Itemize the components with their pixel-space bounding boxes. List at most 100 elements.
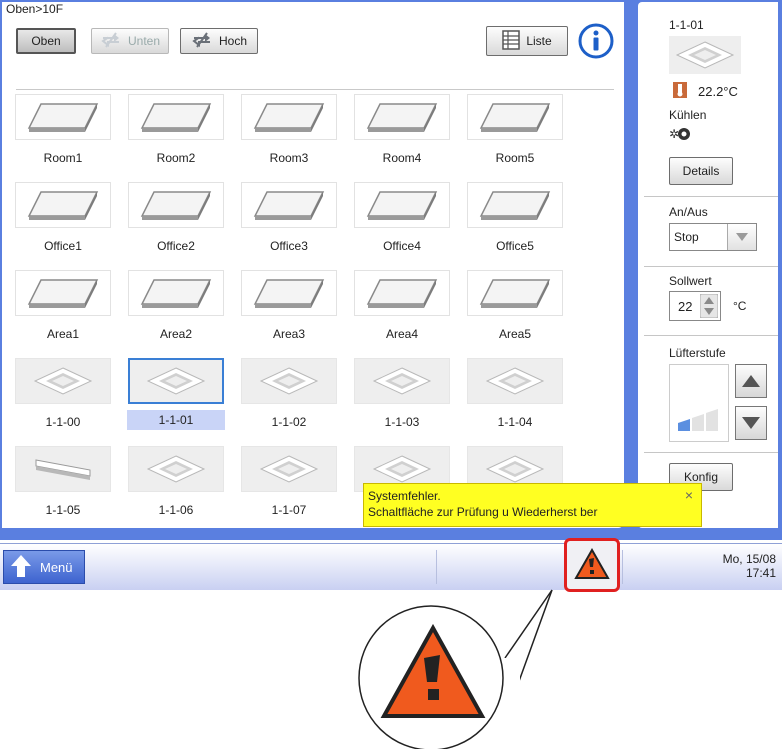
unit-name: 1-1-01: [669, 18, 704, 32]
stepper-arrows-icon[interactable]: [699, 293, 719, 319]
tooltip-title: Systemfehler.: [368, 489, 441, 503]
group-tile[interactable]: Area4: [353, 270, 451, 346]
cassette-unit-icon: [241, 446, 337, 492]
setpoint-stepper[interactable]: 22: [669, 291, 721, 321]
group-tile[interactable]: Office2: [127, 182, 225, 258]
liste-button[interactable]: Liste: [486, 26, 568, 56]
datetime: Mo, 15/08 17:41: [723, 552, 776, 580]
close-icon[interactable]: ×: [685, 487, 693, 503]
divider: [644, 335, 778, 336]
group-icon: [241, 94, 337, 140]
cassette-unit-icon: [128, 358, 224, 404]
warning-icon: [380, 623, 486, 723]
group-tile[interactable]: Room2: [127, 94, 225, 170]
group-icon: [15, 270, 111, 316]
setpoint-unit: °C: [733, 299, 747, 313]
time: 17:41: [745, 566, 776, 580]
group-tile[interactable]: Office5: [466, 182, 564, 258]
breadcrumb: Oben>10F: [6, 2, 64, 16]
details-button[interactable]: Details: [669, 157, 733, 185]
tile-label: Office3: [270, 239, 308, 253]
mode-label: Kühlen: [669, 108, 707, 122]
group-icon: [467, 270, 563, 316]
thermometer-icon: [672, 81, 688, 102]
unten-button[interactable]: Unten: [91, 28, 169, 54]
system-alert-button[interactable]: [564, 538, 620, 592]
group-icon: [128, 270, 224, 316]
ceiling-unit-icon: [15, 446, 111, 492]
tile-label: Room1: [43, 151, 83, 165]
menu-button[interactable]: Menü: [3, 550, 85, 584]
konfig-label: Konfig: [683, 470, 719, 484]
tooltip-message: Schaltfläche zur Prüfung u Wiederherst b…: [368, 505, 598, 519]
unit-tile[interactable]: 1-1-06: [127, 446, 225, 522]
details-label: Details: [682, 164, 720, 178]
oben-button[interactable]: Oben: [16, 28, 76, 54]
fan-label: Lüfterstufe: [669, 346, 726, 360]
unit-tile[interactable]: 1-1-00: [14, 358, 112, 434]
group-tile[interactable]: Office3: [240, 182, 338, 258]
unit-tile[interactable]: 1-1-04: [466, 358, 564, 434]
system-error-tooltip[interactable]: Systemfehler. Schaltfläche zur Prüfung u…: [363, 483, 702, 527]
liste-label: Liste: [526, 34, 552, 48]
onoff-label: An/Aus: [669, 205, 708, 219]
tile-label: 1-1-02: [271, 415, 307, 429]
taskbar: Menü Mo, 15/08 17:41: [0, 543, 782, 590]
tile-label: Area1: [46, 327, 80, 341]
tile-label: 1-1-00: [45, 415, 81, 429]
chevron-down-icon[interactable]: [727, 224, 756, 250]
tile-label: Office1: [44, 239, 82, 253]
tile-label: 1-1-06: [158, 503, 194, 517]
unten-label: Unten: [127, 34, 161, 48]
group-tile[interactable]: Area1: [14, 270, 112, 346]
group-tile[interactable]: Office4: [353, 182, 451, 258]
group-tile[interactable]: Area5: [466, 270, 564, 346]
divider: [644, 196, 778, 197]
arrows-icon: [191, 31, 213, 52]
unit-tile[interactable]: 1-1-03: [353, 358, 451, 434]
group-icon: [354, 182, 450, 228]
unit-tile[interactable]: 1-1-02: [240, 358, 338, 434]
group-icon: [15, 94, 111, 140]
group-icon: [354, 94, 450, 140]
tile-label: 1-1-01: [127, 410, 225, 430]
fan-up-button[interactable]: [735, 364, 767, 398]
unit-tile[interactable]: 1-1-07: [240, 446, 338, 522]
fan-level-indicator: [669, 364, 729, 442]
group-tile[interactable]: Room1: [14, 94, 112, 170]
group-tile[interactable]: Room4: [353, 94, 451, 170]
group-icon: [241, 182, 337, 228]
hoch-label: Hoch: [218, 34, 247, 48]
unit-tile[interactable]: 1-1-05: [14, 446, 112, 522]
cassette-unit-icon: [15, 358, 111, 404]
hoch-button[interactable]: Hoch: [180, 28, 258, 54]
onoff-select[interactable]: Stop: [669, 223, 757, 251]
cassette-unit-icon: [241, 358, 337, 404]
info-icon[interactable]: [578, 23, 614, 59]
unit-tile[interactable]: 1-1-01: [127, 358, 225, 434]
group-tile[interactable]: Area2: [127, 270, 225, 346]
tile-label: Office2: [157, 239, 195, 253]
group-icon: [467, 94, 563, 140]
group-tile[interactable]: Room5: [466, 94, 564, 170]
fan-down-button[interactable]: [735, 406, 767, 440]
toolbar: Oben Unten Hoch Liste: [16, 20, 614, 80]
date: Mo, 15/08: [722, 552, 776, 566]
divider: [644, 266, 778, 267]
group-tile[interactable]: Room3: [240, 94, 338, 170]
tile-label: Room2: [156, 151, 196, 165]
tile-label: 1-1-03: [384, 415, 420, 429]
oben-label: Oben: [31, 34, 61, 48]
group-tile[interactable]: Office1: [14, 182, 112, 258]
group-icon: [354, 270, 450, 316]
group-tile[interactable]: Area3: [240, 270, 338, 346]
divider: [644, 452, 778, 453]
tile-label: Office4: [383, 239, 421, 253]
tile-label: Room5: [495, 151, 535, 165]
detail-panel: 1-1-01 22.2°C Kühlen ✲ Details An/Aus St…: [638, 2, 778, 528]
cassette-unit-icon: [669, 36, 741, 74]
setpoint-label: Sollwert: [669, 274, 712, 288]
cassette-unit-icon: [467, 358, 563, 404]
group-icon: [15, 182, 111, 228]
cooling-icon: ✲: [669, 126, 691, 145]
